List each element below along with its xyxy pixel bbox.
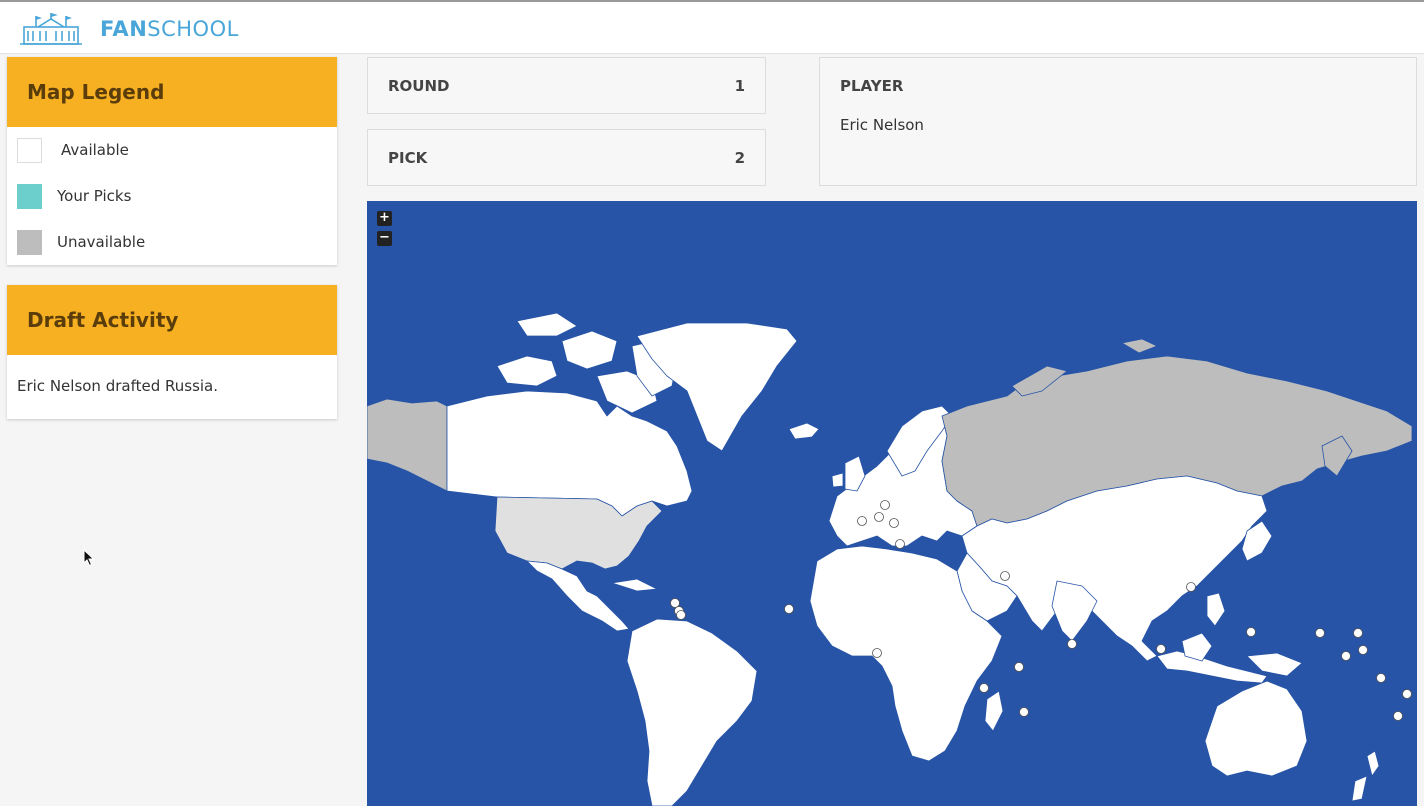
- world-map[interactable]: + −: [367, 201, 1417, 806]
- pick-panel: PICK 2: [367, 129, 766, 186]
- island-marker[interactable]: [1376, 673, 1386, 683]
- country-new-guinea[interactable]: [1246, 652, 1303, 677]
- player-panel: PLAYER Eric Nelson: [819, 57, 1417, 186]
- country-alaska[interactable]: [367, 398, 448, 492]
- island-marker[interactable]: [670, 598, 680, 608]
- island-marker[interactable]: [1315, 628, 1325, 638]
- island-marker[interactable]: [784, 604, 794, 614]
- island-marker[interactable]: [889, 518, 899, 528]
- island-arctic-2[interactable]: [561, 330, 618, 370]
- island-marker[interactable]: [1156, 644, 1166, 654]
- available-swatch: [17, 137, 42, 163]
- round-panel: ROUND 1: [367, 57, 766, 114]
- your-picks-swatch: [17, 183, 42, 209]
- island-marker[interactable]: [1067, 639, 1077, 649]
- map-legend-title: Map Legend: [7, 57, 337, 127]
- island-marker[interactable]: [857, 516, 867, 526]
- country-australia[interactable]: [1204, 680, 1308, 777]
- island-marker[interactable]: [1402, 689, 1412, 699]
- map-legend-card: Map Legend Available Your Picks Unavaila…: [7, 57, 337, 265]
- island-severnaya[interactable]: [1121, 338, 1158, 354]
- zoom-in-button[interactable]: +: [377, 211, 392, 226]
- country-mexico[interactable]: [526, 560, 630, 632]
- logo-text: FANSCHOOL: [100, 17, 239, 41]
- unavailable-swatch: [17, 229, 42, 255]
- legend-item-label: Available: [61, 141, 129, 159]
- country-iceland[interactable]: [788, 422, 820, 440]
- continent-south-america[interactable]: [626, 618, 758, 806]
- island-marker[interactable]: [874, 512, 884, 522]
- island-marker[interactable]: [1000, 571, 1010, 581]
- island-arctic-4[interactable]: [516, 312, 578, 337]
- round-value: 1: [734, 77, 745, 95]
- country-canada[interactable]: [446, 390, 693, 517]
- round-label: ROUND: [388, 77, 450, 95]
- zoom-out-button[interactable]: −: [377, 231, 392, 246]
- school-building-icon: [20, 13, 82, 45]
- island-marker[interactable]: [979, 683, 989, 693]
- island-marker[interactable]: [872, 648, 882, 658]
- island-marker[interactable]: [1341, 651, 1351, 661]
- draft-activity-card: Draft Activity Eric Nelson drafted Russi…: [7, 285, 337, 419]
- island-marker[interactable]: [1019, 707, 1029, 717]
- legend-item-your-picks: Your Picks: [7, 173, 337, 219]
- country-new-zealand[interactable]: [1366, 750, 1380, 777]
- island-marker[interactable]: [676, 610, 686, 620]
- top-bar: FANSCHOOL: [0, 0, 1424, 54]
- island-marker[interactable]: [880, 500, 890, 510]
- world-map-svg[interactable]: [367, 201, 1417, 806]
- country-ireland[interactable]: [831, 472, 844, 488]
- island-marker[interactable]: [1393, 711, 1403, 721]
- legend-item-unavailable: Unavailable: [7, 219, 337, 265]
- legend-item-available: Available: [7, 127, 337, 173]
- pick-value: 2: [734, 149, 745, 167]
- island-arctic-1[interactable]: [496, 355, 558, 387]
- country-borneo[interactable]: [1181, 632, 1213, 662]
- country-cuba[interactable]: [611, 578, 658, 592]
- island-marker[interactable]: [1246, 627, 1256, 637]
- country-usa[interactable]: [494, 496, 663, 570]
- island-marker[interactable]: [1353, 628, 1363, 638]
- logo-school: SCHOOL: [147, 17, 239, 41]
- fanschool-logo[interactable]: FANSCHOOL: [16, 10, 239, 48]
- player-label: PLAYER: [840, 77, 904, 95]
- draft-activity-title: Draft Activity: [7, 285, 337, 355]
- island-marker[interactable]: [1014, 662, 1024, 672]
- legend-item-label: Your Picks: [57, 187, 132, 205]
- country-madagascar[interactable]: [984, 690, 1004, 732]
- legend-item-label: Unavailable: [57, 233, 146, 251]
- activity-entry: Eric Nelson drafted Russia.: [17, 377, 219, 395]
- country-new-zealand-south[interactable]: [1351, 775, 1368, 802]
- country-philippines[interactable]: [1206, 592, 1226, 627]
- pick-label: PICK: [388, 149, 428, 167]
- island-marker[interactable]: [1186, 582, 1196, 592]
- island-marker[interactable]: [1358, 645, 1368, 655]
- island-marker[interactable]: [895, 539, 905, 549]
- player-name: Eric Nelson: [840, 116, 924, 134]
- logo-fan: FAN: [100, 17, 148, 41]
- mouse-cursor-icon: [83, 549, 95, 567]
